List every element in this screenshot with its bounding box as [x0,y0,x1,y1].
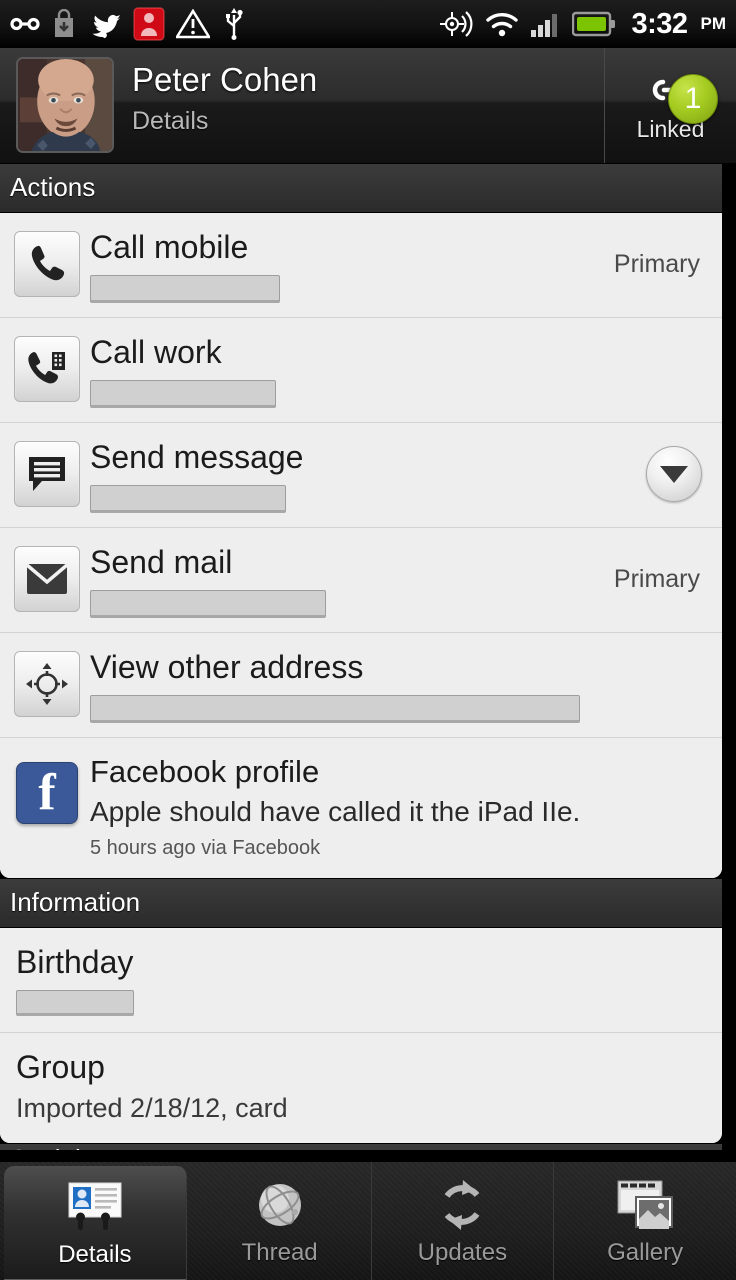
tab-gallery[interactable]: Gallery [554,1162,736,1280]
download-bag-icon [51,9,77,39]
action-row-body: Call work [90,330,700,408]
tab-label: Details [58,1241,132,1268]
message-bubble-icon [14,441,80,507]
phone-screen: 3:32 PM Peter Cohen Details Linked 1 Act… [0,0,736,1280]
envelope-icon [14,546,80,612]
section-header-clipped: Social [0,1143,722,1150]
contact-header-text: Peter Cohen Details [114,48,604,163]
section-header-information: Information [0,878,722,928]
action-row-view-other-address[interactable]: View other address [0,633,722,738]
linked-count-badge: 1 [668,74,718,124]
info-label: Birthday [16,944,134,980]
linked-contacts-button[interactable]: Linked 1 [604,48,736,163]
usb-icon [221,8,247,40]
primary-tag: Primary [613,564,700,593]
info-value: Imported 2/18/12, card [16,1093,288,1123]
tab-thread[interactable]: Thread [189,1162,372,1280]
link-icon [10,12,40,36]
person-red-app-icon [133,7,165,41]
gps-icon [437,8,475,40]
action-label: Call work [90,334,222,370]
facebook-timestamp: 5 hours ago via Facebook [90,837,321,859]
status-clock: 3:32 [631,7,688,40]
facebook-status-text: Apple should have called it the iPad IIe… [90,796,581,827]
action-label: Call mobile [90,229,249,265]
action-row-body: View other address [90,645,700,723]
action-row-call-mobile[interactable]: Call mobile Primary [0,213,722,318]
phone-work-icon [14,336,80,402]
action-label: Send message [90,439,304,475]
action-row-send-message[interactable]: Send message [0,423,722,528]
refresh-icon [433,1175,491,1235]
action-row-send-mail[interactable]: Send mail Primary [0,528,722,633]
status-clock-ampm: PM [700,14,727,33]
tab-label: Thread [241,1239,318,1266]
facebook-profile-row[interactable]: f Facebook profile Apple should have cal… [0,738,722,878]
contact-card-icon [63,1177,127,1237]
action-row-body: Send mail [90,540,614,618]
status-bar-notification-icons [10,7,437,41]
battery-full-icon [572,11,616,37]
photos-icon [614,1175,676,1235]
contact-header: Peter Cohen Details Linked 1 [0,48,736,163]
expand-chevron-down-icon[interactable] [646,446,702,502]
tab-details[interactable]: Details [4,1166,187,1280]
action-label: Send mail [90,544,233,580]
contact-name: Peter Cohen [132,61,318,98]
facebook-icon: f [16,762,78,824]
facebook-title: Facebook profile [90,754,320,789]
phone-mobile-icon [14,231,80,297]
tab-label: Gallery [607,1239,684,1266]
actions-card: Call mobile Primary Call work Send messa… [0,213,722,878]
redacted-birthday-value [16,990,134,1016]
twitter-bird-icon [88,9,122,39]
action-label: View other address [90,649,364,685]
bottom-tab-bar: Details Thread Updates Gallery [0,1160,736,1280]
tab-updates[interactable]: Updates [372,1162,555,1280]
redacted-phone-number [90,485,286,513]
contact-avatar[interactable] [16,57,114,153]
status-bar-system-icons: 3:32 PM [437,8,726,40]
redacted-phone-number [90,380,276,408]
info-row-group[interactable]: Group Imported 2/18/12, card [0,1033,722,1143]
redacted-phone-number [90,275,280,303]
action-row-call-work[interactable]: Call work [0,318,722,423]
warning-triangle-icon [176,9,210,39]
signal-bars-icon [529,9,563,39]
facebook-body: Facebook profile Apple should have calle… [90,752,722,862]
section-header-actions: Actions [0,163,722,213]
primary-tag: Primary [613,249,700,278]
tab-label: Updates [417,1239,508,1266]
globe-icon [251,1175,309,1235]
action-row-body: Call mobile [90,225,614,303]
status-bar: 3:32 PM [0,0,736,48]
redacted-street-address [90,695,580,723]
info-row-birthday[interactable]: Birthday [0,928,722,1033]
information-card: Birthday Group Imported 2/18/12, card [0,928,722,1143]
action-row-body: Send message [90,435,646,513]
redacted-email-address [90,590,326,618]
location-crosshair-icon [14,651,80,717]
contact-subtitle: Details [132,107,209,135]
wifi-icon [484,9,520,39]
details-scroll-area[interactable]: Actions Call mobile Primary Call work Se… [0,163,722,1150]
info-label: Group [16,1049,105,1085]
